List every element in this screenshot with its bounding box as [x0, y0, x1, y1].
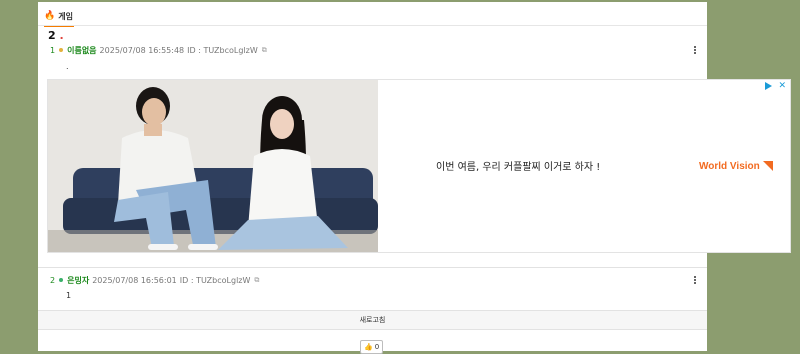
poster-id: ID : TUZbcoLglzW: [187, 45, 258, 55]
post-body: 1: [66, 291, 72, 300]
more-options-icon[interactable]: [691, 274, 699, 286]
ad-headline: 이번 여름, 우리 커플팔찌 이거로 하자 !: [436, 162, 601, 173]
ad-info-icon[interactable]: [765, 82, 773, 90]
post-datetime: 2025/07/08 16:56:01: [92, 275, 177, 285]
world-vision-logo: World Vision: [699, 160, 774, 172]
ad-choices[interactable]: ✕: [765, 82, 786, 91]
ad-banner[interactable]: 이번 여름, 우리 커플팔찌 이거로 하자 ! World Vision ✕: [47, 79, 791, 253]
couple-photo-image: [48, 80, 378, 252]
flame-icon: 🔥: [44, 11, 56, 21]
thread-dot: .: [59, 29, 64, 42]
copy-icon[interactable]: ⧉: [254, 276, 259, 285]
status-dot-icon: [59, 278, 64, 282]
like-count: 0: [374, 343, 380, 351]
post-divider: [38, 267, 707, 268]
poster-name: 이름없음: [67, 45, 97, 55]
like-button[interactable]: 👍 0: [360, 340, 384, 354]
poster-name: 은밍자: [67, 275, 90, 285]
post-datetime: 2025/07/08 16:55:48: [99, 45, 185, 55]
post-body: .: [66, 62, 69, 71]
refresh-label: 새로고침: [359, 316, 386, 324]
thread-title: 2 .: [48, 29, 64, 42]
category-label: 게임: [58, 11, 73, 21]
close-icon[interactable]: ✕: [778, 82, 786, 91]
refresh-button[interactable]: 새로고침: [38, 310, 707, 330]
ad-photo: [48, 80, 378, 252]
post-number[interactable]: 2: [50, 276, 55, 285]
thumbs-up-icon: 👍: [364, 343, 373, 351]
status-dot-icon: [59, 48, 64, 52]
brand-mark-icon: [762, 161, 773, 171]
post-header: 1 이름없음 2025/07/08 16:55:48 ID : TUZbcoLg…: [50, 44, 267, 56]
copy-icon[interactable]: ⧉: [262, 46, 267, 55]
tab-underline: [38, 25, 707, 26]
thread-number: 2: [48, 29, 56, 42]
post-header: 2 은밍자 2025/07/08 16:56:01 ID : TUZbcoLgl…: [50, 274, 259, 286]
brand-name: World Vision: [699, 160, 760, 172]
post-number[interactable]: 1: [50, 46, 55, 55]
poster-id: ID : TUZbcoLglzW: [179, 275, 251, 285]
more-options-icon[interactable]: [691, 44, 699, 56]
